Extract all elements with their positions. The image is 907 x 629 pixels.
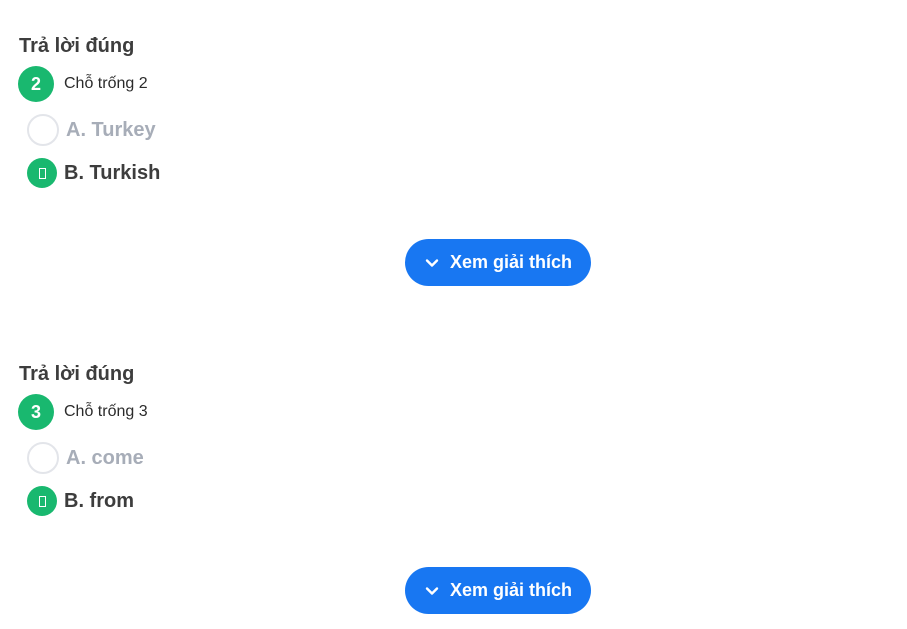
radio-checked-icon[interactable]: [27, 486, 57, 516]
answer-option-b[interactable]: B. Turkish: [27, 157, 160, 189]
answer-option-text: B. from: [64, 490, 134, 512]
answer-option-b[interactable]: B. from: [27, 485, 134, 517]
result-title: Trả lời đúng: [19, 35, 135, 57]
show-explanation-label: Xem giải thích: [449, 252, 573, 272]
show-explanation-button[interactable]: Xem giải thích: [405, 567, 591, 614]
chevron-down-icon: [425, 258, 439, 267]
result-title: Trả lời đúng: [19, 363, 135, 385]
answer-option-text: A. Turkey: [66, 119, 156, 141]
chevron-down-icon: [425, 586, 439, 595]
show-explanation-label: Xem giải thích: [449, 580, 573, 600]
question-number-badge: 2: [18, 66, 54, 102]
answer-option-a[interactable]: A. Turkey: [27, 114, 156, 146]
answer-option-a[interactable]: A. come: [27, 442, 144, 474]
radio-checked-icon[interactable]: [27, 158, 57, 188]
radio-unchecked-icon[interactable]: [27, 442, 59, 474]
answer-option-text: B. Turkish: [64, 162, 161, 184]
check-glyph-icon: [38, 167, 46, 179]
question-label: Chỗ trống 3: [64, 403, 148, 420]
answer-option-text: A. come: [66, 447, 144, 469]
question-number-badge: 3: [18, 394, 54, 430]
show-explanation-button[interactable]: Xem giải thích: [405, 239, 591, 286]
radio-unchecked-icon[interactable]: [27, 114, 59, 146]
check-glyph-icon: [38, 495, 46, 507]
question-label: Chỗ trống 2: [64, 75, 148, 92]
